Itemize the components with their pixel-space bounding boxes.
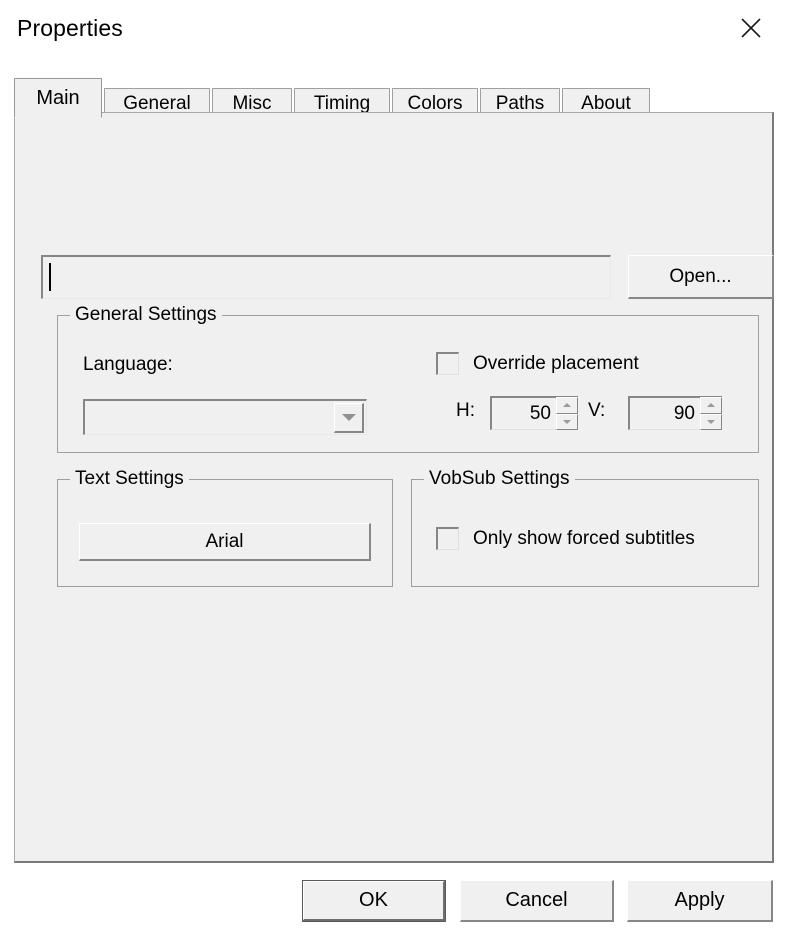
file-path-input[interactable] — [41, 255, 611, 299]
checkbox-box — [436, 352, 459, 375]
language-label: Language: — [83, 354, 173, 375]
horizontal-spinner[interactable]: 50 — [490, 396, 578, 430]
tab-panel-main: Open... General Settings Language: Overr… — [14, 112, 774, 863]
vertical-spin-buttons — [700, 396, 722, 430]
font-button[interactable]: Arial — [79, 523, 371, 561]
open-button[interactable]: Open... — [628, 255, 774, 299]
vertical-label: V: — [588, 400, 606, 421]
spin-up-icon[interactable] — [556, 397, 578, 414]
only-forced-subtitles-checkbox[interactable]: Only show forced subtitles — [436, 527, 695, 550]
text-caret — [49, 263, 51, 291]
only-forced-subtitles-label: Only show forced subtitles — [473, 527, 695, 549]
tab-label: Main — [36, 86, 80, 109]
spin-down-icon[interactable] — [556, 413, 578, 430]
language-combobox[interactable] — [83, 399, 367, 435]
override-placement-label: Override placement — [473, 352, 639, 374]
cancel-button[interactable]: Cancel — [460, 880, 614, 922]
horizontal-spin-buttons — [556, 396, 578, 430]
title-bar: Properties — [0, 0, 789, 58]
horizontal-value[interactable]: 50 — [490, 396, 556, 430]
text-settings-legend: Text Settings — [70, 468, 189, 490]
vobsub-settings-legend: VobSub Settings — [424, 468, 575, 490]
checkbox-box — [436, 527, 459, 550]
vertical-spinner[interactable]: 90 — [628, 396, 722, 430]
close-icon — [738, 15, 764, 41]
spin-up-icon[interactable] — [700, 397, 722, 414]
ok-button[interactable]: OK — [302, 880, 446, 922]
window-title: Properties — [17, 15, 123, 41]
chevron-down-icon[interactable] — [334, 403, 364, 433]
general-settings-legend: General Settings — [70, 304, 222, 326]
spin-down-icon[interactable] — [700, 413, 722, 430]
apply-button[interactable]: Apply — [627, 880, 773, 922]
close-button[interactable] — [725, 6, 777, 50]
horizontal-label: H: — [456, 400, 475, 421]
vertical-value[interactable]: 90 — [628, 396, 700, 430]
override-placement-checkbox[interactable]: Override placement — [436, 352, 639, 375]
tab-main[interactable]: Main — [14, 78, 102, 118]
